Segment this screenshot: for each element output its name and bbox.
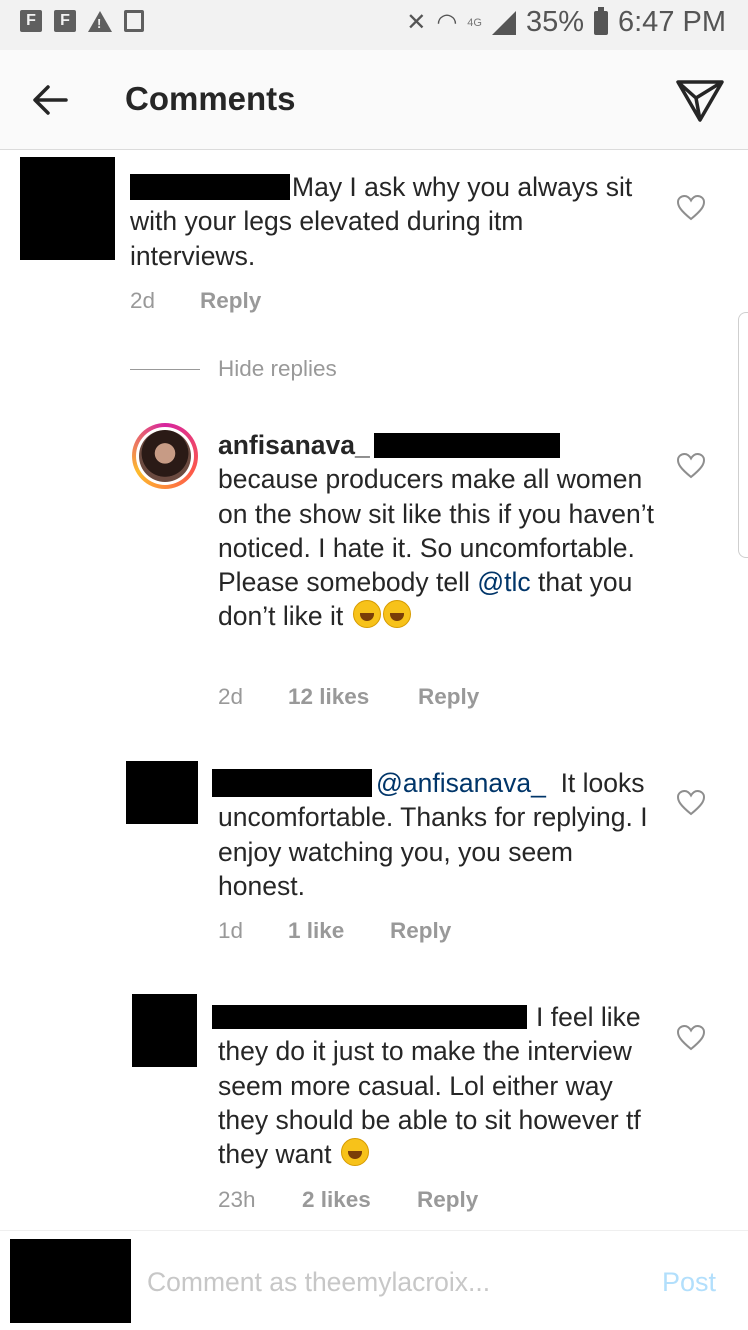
like-heart-icon[interactable]	[676, 1024, 706, 1052]
like-heart-icon[interactable]	[676, 194, 706, 222]
facebook-icon: F	[20, 10, 42, 32]
reply-button[interactable]: Reply	[417, 1187, 478, 1213]
like-heart-icon[interactable]	[676, 452, 706, 480]
reply-meta: 2d 12 likes Reply	[218, 684, 479, 710]
likes-count[interactable]: 1 like	[288, 918, 390, 944]
avatar[interactable]	[126, 761, 198, 824]
reply-button[interactable]: Reply	[200, 288, 261, 314]
battery-percent: 35%	[525, 6, 584, 38]
crying-laughing-emoji-icon	[352, 600, 381, 629]
avatar-photo	[139, 430, 191, 482]
reply-body: anfisanava_ because producers make all w…	[218, 428, 658, 634]
reply-meta: 23h 2 likes Reply	[218, 1187, 478, 1213]
paper-plane-icon[interactable]	[674, 78, 726, 124]
page-title: Comments	[125, 80, 296, 117]
post-button[interactable]: Post	[662, 1267, 716, 1298]
battery-icon	[594, 6, 608, 35]
grinning-sweat-emoji-icon	[382, 600, 411, 629]
likes-count[interactable]: 2 likes	[302, 1187, 417, 1213]
avatar[interactable]	[20, 157, 115, 260]
like-heart-icon[interactable]	[676, 789, 706, 817]
comment-text: May I ask why you always sit with your l…	[130, 172, 633, 271]
divider	[130, 368, 200, 370]
reply-time: 23h	[218, 1187, 256, 1212]
comment-meta: 2d Reply	[130, 288, 261, 314]
avatar[interactable]	[132, 423, 198, 489]
status-bar: F F ! ✕ ◠ 4G 35% 6:47 PM	[0, 0, 748, 50]
mute-icon: ✕	[406, 9, 427, 36]
avatar-ring-gap	[136, 427, 194, 485]
status-bar-system: ✕ ◠ 4G 35% 6:47 PM	[406, 6, 726, 39]
signal-icon	[491, 10, 516, 35]
network-type: 4G	[467, 16, 482, 29]
avatar	[10, 1239, 131, 1323]
avatar[interactable]	[132, 994, 197, 1067]
comments-header: Comments	[0, 50, 748, 150]
comment-input[interactable]	[145, 1261, 619, 1303]
reply-time: 1d	[218, 918, 244, 943]
wifi-icon: ◠	[436, 9, 458, 36]
comment-body: May I ask why you always sit with your l…	[130, 170, 650, 273]
reply-button[interactable]: Reply	[418, 684, 479, 710]
scroll-handle[interactable]	[738, 312, 748, 558]
reply-button[interactable]: Reply	[390, 918, 451, 944]
grinning-sweat-emoji-icon	[340, 1138, 369, 1167]
mention-link[interactable]: @anfisanava_	[376, 768, 546, 798]
comment-time: 2d	[130, 288, 156, 313]
likes-count[interactable]: 12 likes	[288, 684, 418, 710]
reply-text: I feel like they do it just to make the …	[218, 1002, 641, 1170]
back-arrow-icon[interactable]	[30, 80, 70, 120]
reply-meta: 1d 1 like Reply	[218, 918, 451, 944]
comment-composer: Post	[0, 1230, 748, 1330]
username-link[interactable]: anfisanava_	[218, 430, 370, 460]
reply-body: I feel like they do it just to make the …	[218, 1000, 658, 1171]
facebook-icon: F	[54, 10, 76, 32]
reply-time: 2d	[218, 684, 244, 709]
clock: 6:47 PM	[618, 6, 726, 38]
reply-body: @anfisanava_ It looks uncomfortable. Tha…	[218, 766, 658, 903]
hide-replies-label: Hide replies	[218, 356, 337, 381]
hide-replies-button[interactable]: Hide replies	[130, 356, 337, 382]
mention-link[interactable]: @tlc	[477, 567, 530, 597]
status-bar-notifications: F F !	[20, 10, 144, 32]
warning-icon: !	[88, 10, 112, 32]
screenshot-icon	[124, 10, 144, 32]
